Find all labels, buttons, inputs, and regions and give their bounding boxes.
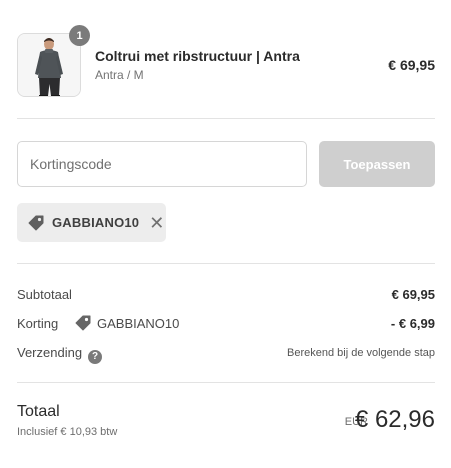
discount-value: - € 6,99 [390, 316, 435, 331]
divider [17, 263, 435, 264]
product-variant: Antra / M [95, 68, 144, 82]
tag-icon [28, 215, 44, 230]
shipping-value: Berekend bij de volgende stap [287, 347, 435, 359]
subtotal-label: Subtotaal [17, 287, 72, 302]
line-item: 1 Coltrui met ribstructuur | Antra Antra… [17, 25, 435, 97]
discount-code-input[interactable] [17, 141, 307, 187]
discount-code: GABBIANO10 [97, 315, 180, 331]
product-image [18, 34, 80, 96]
apply-discount-button[interactable]: Toepassen [319, 141, 435, 187]
product-title: Coltrui met ribstructuur | Antra [95, 48, 300, 64]
applied-discount-chip: GABBIANO10 ✕ [17, 203, 166, 242]
product-price: € 69,95 [388, 57, 435, 73]
discount-code-tag: GABBIANO10 [74, 314, 179, 332]
shipping-label: Verzending [17, 345, 83, 360]
discount-label: Korting [17, 316, 59, 331]
subtotal-value: € 69,95 [391, 287, 435, 302]
applied-discount-code: GABBIANO10 [52, 215, 140, 230]
divider [17, 382, 435, 383]
tag-icon [75, 315, 91, 331]
tax-note: Inclusief € 10,93 btw [17, 426, 118, 438]
divider [17, 118, 435, 119]
close-icon[interactable]: ✕ [149, 214, 164, 232]
question-circle-icon[interactable]: ? [88, 349, 103, 364]
quantity-badge: 1 [69, 25, 90, 46]
total-value: € 62,96 [354, 406, 435, 433]
shipping-label-row: Verzending? [17, 345, 103, 364]
total-label: Totaal [17, 403, 60, 420]
